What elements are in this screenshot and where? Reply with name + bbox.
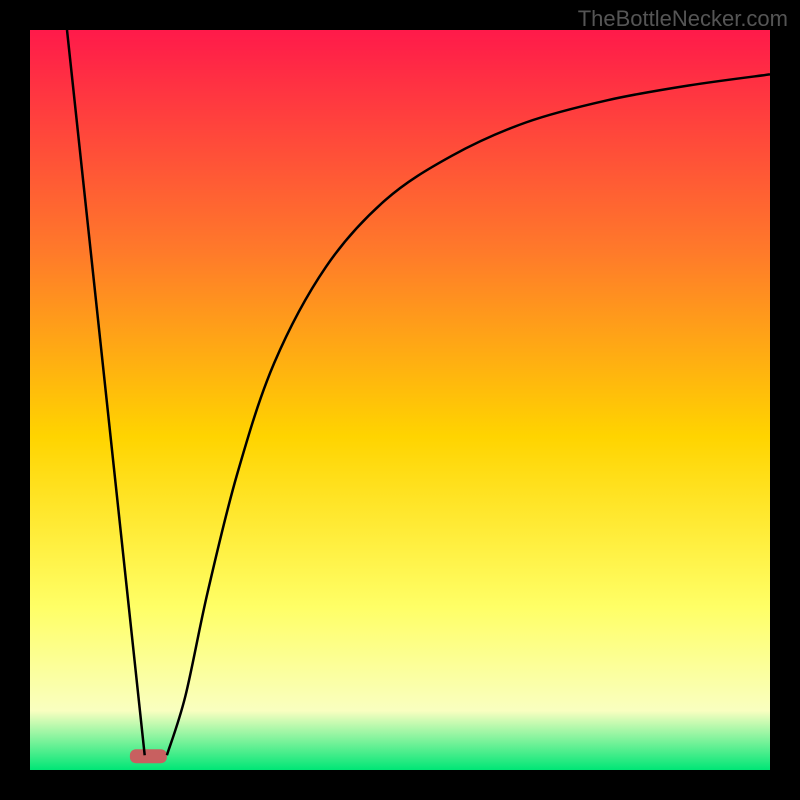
- chart-svg: [30, 30, 770, 770]
- bottleneck-marker: [130, 749, 167, 763]
- watermark-text: TheBottleNecker.com: [578, 6, 788, 32]
- gradient-background: [30, 30, 770, 770]
- chart-plot-area: [30, 30, 770, 770]
